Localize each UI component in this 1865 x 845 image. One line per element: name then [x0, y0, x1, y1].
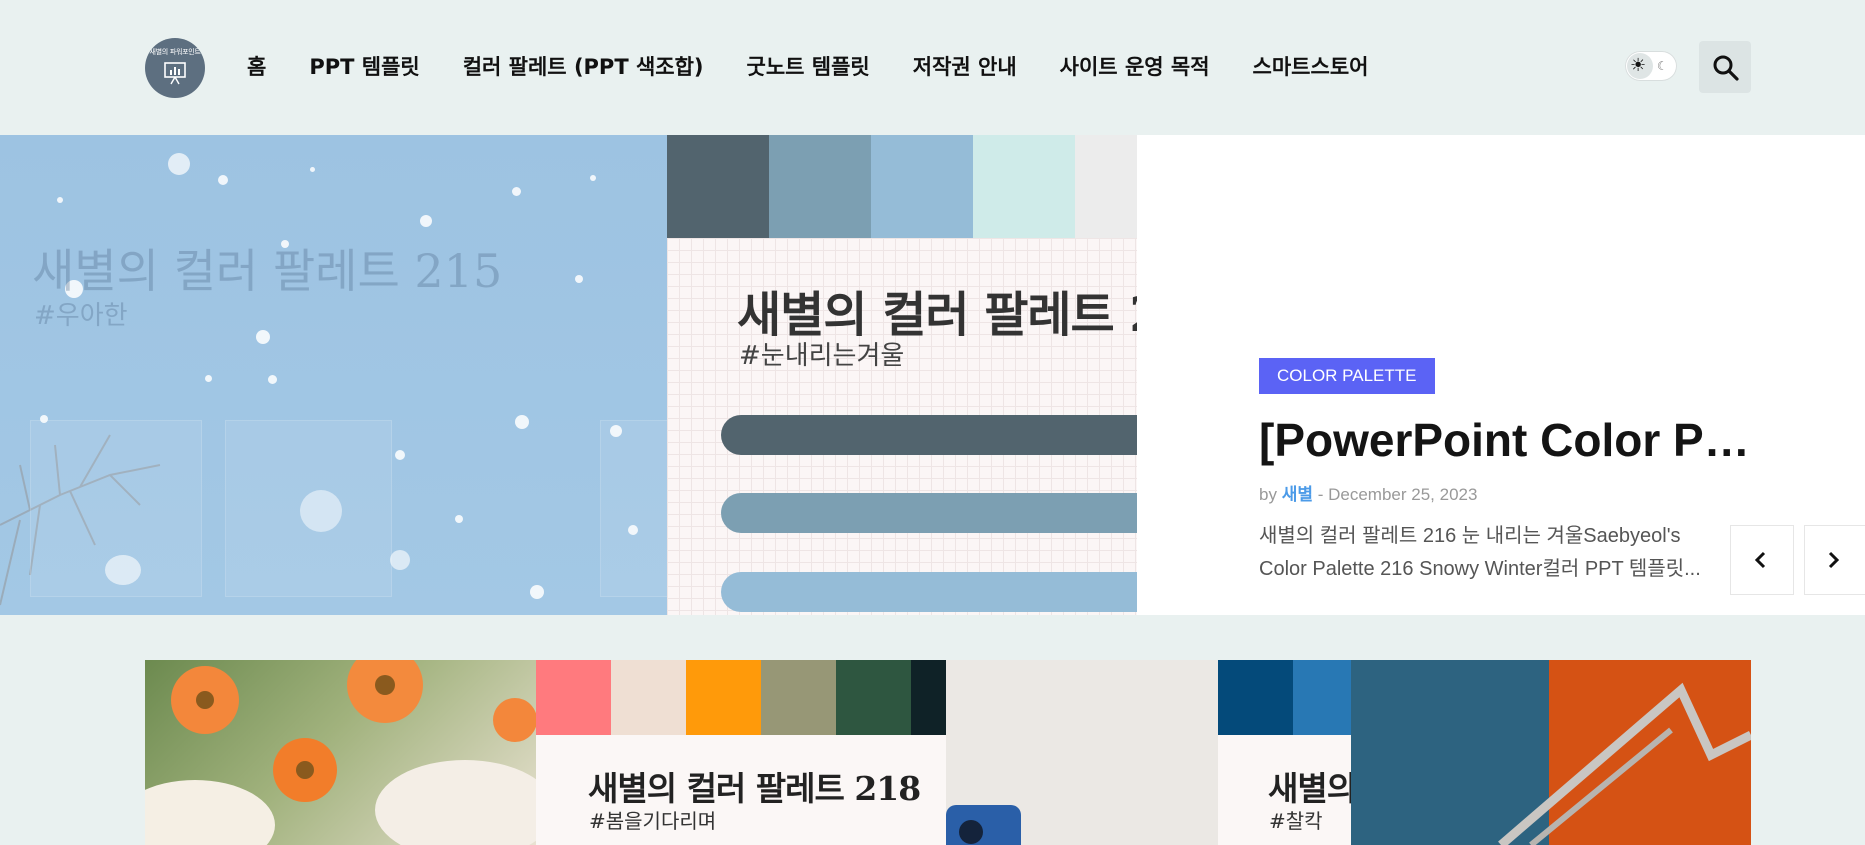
- ghost-palette-title: 새별의 컬러 팔레트 215: [32, 244, 503, 298]
- orange-blue-photo: [1351, 660, 1751, 845]
- hero-post-summary: COLOR PALETTE [PowerPoint Color Palette]…: [1137, 135, 1865, 615]
- card-swatch-3: [686, 660, 761, 735]
- swatch-3: [871, 135, 973, 238]
- swatch-1: [667, 135, 769, 238]
- swatch-2: [769, 135, 871, 238]
- snow-photo: 새별의 컬러 팔레트 215 #우아한: [0, 135, 669, 615]
- excerpt-line-2: Color Palette 216 Snowy Winter컬러 PPT 템플릿…: [1259, 558, 1701, 580]
- palette-card-tag: #눈내리는겨울: [739, 341, 905, 371]
- brush-stroke-2: [721, 493, 1137, 533]
- nav-item-site-purpose[interactable]: 사이트 운영 목적: [1060, 50, 1210, 84]
- moon-icon: ☾: [1657, 59, 1668, 73]
- site-header: 새별의 파워포인트 홈 PPT 템플릿 컬러 팔레트 (PPT 색조합) 굿노트…: [0, 0, 1865, 135]
- post-cards-row: 새별의 컬러 팔레트 218 #봄을기다리며 새별의 #찰칵: [145, 660, 1751, 845]
- category-badge[interactable]: COLOR PALETTE: [1259, 358, 1435, 394]
- search-button[interactable]: [1699, 41, 1751, 93]
- logo-text: 새별의 파워포인트: [149, 48, 201, 56]
- nav-item-copyright[interactable]: 저작권 안내: [913, 50, 1017, 84]
- ghost-palette-tag: #우아한: [34, 301, 128, 331]
- nav-item-color-palette[interactable]: 컬러 팔레트 (PPT 색조합): [463, 50, 704, 84]
- flowers-photo: [145, 660, 536, 845]
- card-tag: #찰칵: [1269, 809, 1323, 833]
- post-title[interactable]: [PowerPoint Color Palette] 새별의 컬러 팔레트 21…: [1259, 410, 1764, 470]
- post-card-palette-218[interactable]: 새별의 컬러 팔레트 218 #봄을기다리며: [536, 660, 946, 845]
- nav-item-goodnotes-templates[interactable]: 굿노트 템플릿: [747, 50, 870, 84]
- meta-separator: -: [1317, 485, 1324, 504]
- card-swatch-1: [536, 660, 611, 735]
- card-swatch-2: [611, 660, 686, 735]
- chevron-left-icon: [1754, 551, 1766, 569]
- slider-prev-button[interactable]: [1730, 525, 1794, 595]
- post-card-flowers[interactable]: [145, 660, 536, 845]
- hero-featured-image[interactable]: 새별의 컬러 팔레트 215 #우아한 새별의 컬러 팔레트 2 #눈내리는겨울: [0, 135, 1137, 615]
- post-date: December 25, 2023: [1328, 485, 1478, 504]
- excerpt-line-1: 새별의 컬러 팔레트 216 눈 내리는 겨울Saebyeol's: [1259, 525, 1681, 547]
- search-icon: [1713, 55, 1739, 81]
- card-swatch-6: [911, 660, 946, 735]
- swatch-4: [973, 135, 1075, 238]
- card-swatch-4: [761, 660, 836, 735]
- card-tag: #봄을기다리며: [589, 809, 717, 833]
- presentation-icon: [164, 62, 186, 85]
- nav-item-home[interactable]: 홈: [247, 50, 266, 84]
- slider-next-button[interactable]: [1804, 525, 1865, 595]
- main-nav: 홈 PPT 템플릿 컬러 팔레트 (PPT 색조합) 굿노트 템플릿 저작권 안…: [247, 50, 1411, 84]
- post-card-phone[interactable]: 새별의 #찰칵: [946, 660, 1364, 845]
- site-logo[interactable]: 새별의 파워포인트: [145, 38, 205, 98]
- brush-stroke-3: [721, 572, 1137, 612]
- nav-item-ppt-templates[interactable]: PPT 템플릿: [309, 50, 419, 84]
- card-title: 새별의: [1268, 769, 1357, 808]
- card-swatch-5: [836, 660, 911, 735]
- author-link[interactable]: 새별: [1282, 485, 1313, 504]
- hero-slider: 새별의 컬러 팔레트 215 #우아한 새별의 컬러 팔레트 2 #눈내리는겨울…: [0, 135, 1865, 615]
- theme-toggle[interactable]: ☀ ☾: [1625, 51, 1677, 81]
- palette-card: 새별의 컬러 팔레트 2 #눈내리는겨울: [667, 135, 1137, 615]
- post-meta: by 새별 - December 25, 2023: [1259, 480, 1477, 505]
- chevron-right-icon: [1828, 551, 1840, 569]
- post-card-orange-blue[interactable]: [1351, 660, 1751, 845]
- card-title: 새별의 컬러 팔레트 218: [588, 769, 921, 808]
- post-excerpt: 새별의 컬러 팔레트 216 눈 내리는 겨울Saebyeol's Color …: [1259, 520, 1749, 586]
- swatch-5: [1075, 135, 1137, 238]
- nav-item-smartstore[interactable]: 스마트스토어: [1253, 50, 1369, 84]
- sun-icon: ☀: [1630, 55, 1647, 76]
- meta-by: by: [1259, 485, 1277, 504]
- brush-stroke-1: [721, 415, 1137, 455]
